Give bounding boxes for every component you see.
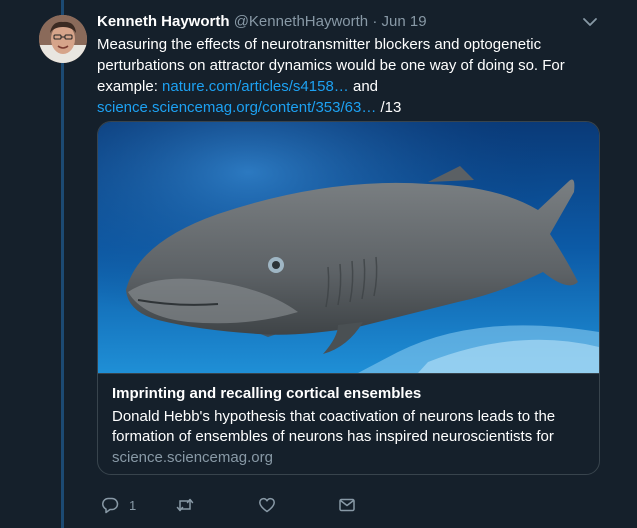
more-options-button[interactable] — [580, 14, 600, 30]
card-domain: science.sciencemag.org — [112, 449, 273, 466]
heart-icon — [259, 497, 275, 513]
like-button[interactable] — [258, 494, 286, 516]
reply-icon — [102, 497, 119, 514]
card-title: Imprinting and recalling cortical ensemb… — [112, 385, 422, 402]
reply-count: 1 — [129, 497, 137, 513]
retweet-button[interactable] — [176, 494, 204, 516]
tweet-text-part: and — [348, 78, 379, 95]
retweet-icon — [176, 498, 194, 512]
avatar-image — [39, 15, 87, 63]
reply-button[interactable]: 1 — [101, 494, 136, 516]
tweet-link-nature[interactable]: nature.com/articles/s4158… — [162, 78, 349, 95]
tweet-header: Kenneth Hayworth @KennethHayworth · Jun … — [97, 13, 427, 31]
thread-line — [61, 0, 64, 528]
author-name[interactable]: Kenneth Hayworth — [97, 13, 230, 30]
chevron-down-icon — [583, 18, 597, 26]
header-separator: · — [372, 13, 378, 30]
link-card[interactable]: Imprinting and recalling cortical ensemb… — [97, 121, 600, 475]
tweet-actions: 1 — [97, 494, 397, 516]
tweet-date[interactable]: Jun 19 — [382, 13, 427, 30]
card-description: Donald Hebb's hypothesis that coactivati… — [112, 408, 556, 445]
tweet-link-science[interactable]: science.sciencemag.org/content/353/63… — [97, 99, 376, 116]
envelope-icon — [339, 498, 355, 512]
direct-message-button[interactable] — [338, 494, 356, 516]
tweet-text: Measuring the effects of neurotransmitte… — [97, 34, 597, 118]
tweet-text-part: /13 — [376, 99, 402, 116]
shark-photo — [98, 122, 599, 373]
card-image — [98, 122, 599, 374]
avatar[interactable] — [39, 15, 87, 63]
author-handle[interactable]: @KennethHayworth — [234, 13, 368, 30]
